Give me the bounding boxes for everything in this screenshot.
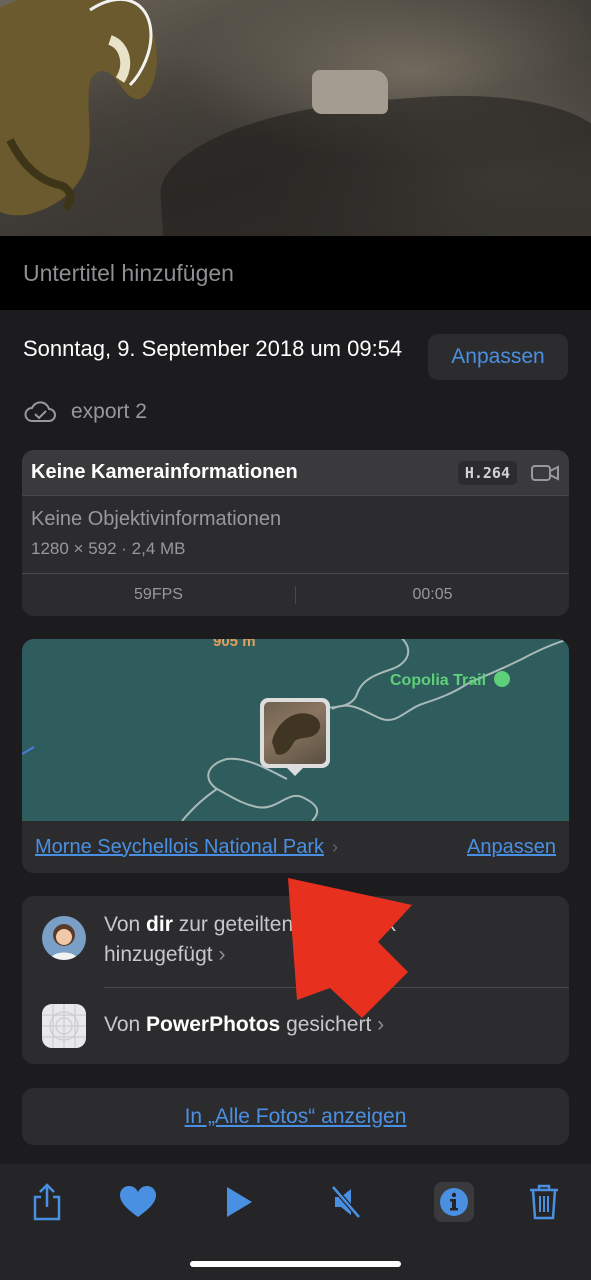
camera-info-footer: 59FPS 00:05: [22, 573, 569, 616]
lens-info: Keine Objektivinformationen: [31, 508, 282, 530]
library-card: Von dir zur geteilten Mediathek hinzugef…: [22, 896, 569, 1064]
shared-library-row[interactable]: Von dir zur geteilten Mediathek hinzugef…: [22, 910, 569, 970]
codec-badge: H.264: [457, 460, 517, 485]
row2-prefix: Von: [104, 1013, 147, 1036]
trail-name: Copolia Trail: [390, 672, 487, 689]
hiker-icon: [494, 671, 511, 687]
row1-bold: dir: [146, 913, 173, 936]
trash-icon: [530, 1184, 558, 1220]
cloud-check-icon: [24, 401, 56, 422]
album-row[interactable]: export 2: [23, 400, 147, 424]
chevron-right-icon: ›: [218, 943, 226, 966]
backup-row[interactable]: Von PowerPhotos gesichert ›: [22, 1004, 569, 1048]
duration-value: 00:05: [412, 586, 453, 603]
row1-prefix: Von: [104, 913, 147, 936]
location-card: 905 m Copolia Trail Morne Seychellois Na…: [22, 639, 569, 873]
dinosaur-figure: [0, 0, 157, 216]
fps-value: 59FPS: [134, 586, 183, 603]
info-button[interactable]: [434, 1182, 474, 1222]
album-name: export 2: [71, 400, 147, 423]
adjust-location-button[interactable]: Anpassen: [467, 836, 556, 859]
avatar: [42, 916, 86, 960]
location-link[interactable]: Morne Seychellois National Park: [35, 836, 324, 859]
show-in-all-photos-link[interactable]: In „Alle Fotos“ anzeigen: [185, 1105, 407, 1129]
info-icon: [440, 1188, 468, 1216]
camera-info-header: Keine Kamerainformationen H.264: [22, 450, 569, 495]
speaker-muted-icon: [331, 1185, 361, 1219]
capture-date: Sonntag, 9. September 2018 um 09:54: [23, 336, 403, 361]
adjust-date-button[interactable]: Anpassen: [428, 334, 568, 380]
video-specs: 1280 × 592 · 2,4 MB: [31, 539, 186, 558]
chevron-right-icon: ›: [332, 836, 339, 857]
map-elevation-label: 905 m: [213, 639, 256, 650]
favorite-button[interactable]: [118, 1182, 158, 1222]
camera-info-body: Keine Objektivinformationen 1280 × 592 ·…: [22, 495, 569, 573]
photo-rock: [312, 70, 388, 114]
mute-button[interactable]: [326, 1182, 366, 1222]
location-footer: Morne Seychellois National Park › Anpass…: [22, 821, 569, 873]
library-divider: [104, 987, 569, 988]
video-camera-icon: [531, 464, 559, 481]
row2-rest: gesichert: [280, 1013, 372, 1036]
play-icon: [227, 1187, 252, 1217]
play-button[interactable]: [219, 1182, 259, 1222]
show-in-all-photos-card[interactable]: In „Alle Fotos“ anzeigen: [22, 1088, 569, 1145]
map-photo-thumbnail: [264, 702, 326, 764]
backup-text: Von PowerPhotos gesichert ›: [104, 1010, 504, 1040]
row2-bold: PowerPhotos: [146, 1013, 281, 1036]
home-indicator[interactable]: [190, 1261, 401, 1267]
camera-info-card: Keine Kamerainformationen H.264 Keine Ob…: [22, 450, 569, 616]
share-button[interactable]: [27, 1182, 67, 1222]
powerphotos-app-icon: [42, 1004, 86, 1048]
caption-placeholder: Untertitel hinzufügen: [23, 260, 234, 286]
shared-library-text: Von dir zur geteilten Mediathek hinzugef…: [104, 910, 504, 970]
share-icon: [33, 1183, 61, 1221]
map-trail-label: Copolia Trail: [390, 671, 511, 690]
camera-title: Keine Kamerainformationen: [31, 461, 298, 483]
map-pin-tail: [285, 766, 305, 776]
chevron-right-icon: ›: [377, 1013, 385, 1036]
delete-button[interactable]: [524, 1182, 564, 1222]
caption-field[interactable]: Untertitel hinzufügen: [0, 236, 591, 310]
map-photo-pin[interactable]: [260, 698, 330, 768]
photo-preview[interactable]: [0, 0, 591, 236]
map-view[interactable]: 905 m Copolia Trail: [22, 639, 569, 821]
heart-icon: [120, 1186, 156, 1217]
